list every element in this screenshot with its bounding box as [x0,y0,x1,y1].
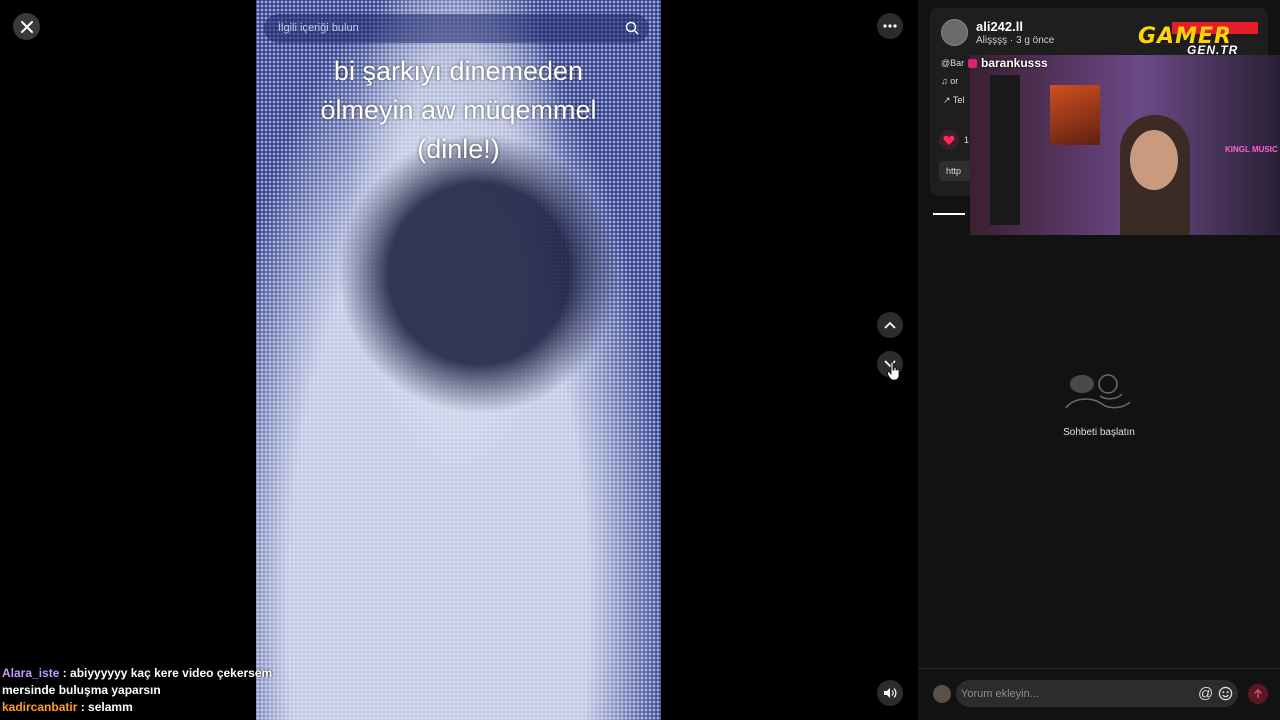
chat-separator: : [77,700,89,714]
send-button[interactable] [1248,684,1268,704]
like-button[interactable] [939,130,959,150]
mention-icon[interactable]: @ [1198,685,1213,702]
arrow-up-icon [1253,689,1263,698]
previous-video-button[interactable] [877,312,903,338]
video-stage: İlgili içeriği bulun bi şarkıyı dinemede… [0,0,918,720]
comment-input-wrapper[interactable]: @ [956,680,1238,707]
video-player[interactable]: İlgili içeriği bulun bi şarkıyı dinemede… [256,0,661,720]
chat-message: kadircanbatir : selamm [2,699,302,716]
empty-comments-text: Sohbeti başlatın [1063,427,1135,438]
close-button[interactable] [13,13,40,40]
my-avatar [933,685,951,703]
search-icon[interactable] [625,21,639,35]
webcam-face [1130,130,1178,190]
close-icon [20,20,33,33]
streamer-name-text: barankusss [981,56,1048,70]
volume-button[interactable] [877,680,903,706]
webcam-shelf [990,75,1020,225]
stream-chat-overlay: Alara_iste : abiyyyyyy kaç kere video çe… [2,665,302,716]
more-options-button[interactable] [877,13,903,39]
heart-icon [943,135,955,145]
video-caption: bi şarkıyı dinemeden ölmeyin aw müqemmel… [256,52,661,169]
post-subtitle: Alişşşş · 3 g önce [976,35,1055,46]
chat-separator: : [59,666,71,680]
hand-cursor-icon [887,361,900,381]
post-username[interactable]: ali242.ll [976,19,1023,34]
caption-line: (dinle!) [417,134,500,164]
streamer-webcam: KINGL MUSIC [970,55,1280,235]
webcam-poster [1050,85,1100,145]
chat-message: Alara_iste : abiyyyyyy kaç kere video çe… [2,665,302,699]
chevron-up-icon [884,321,896,329]
neon-sign: KINGL MUSIC [1225,145,1278,154]
chat-bubbles-icon [1065,374,1131,409]
like-count: 1 [964,135,970,145]
more-icon [883,24,897,28]
search-placeholder: İlgili içeriği bulun [278,22,359,34]
speaker-icon [884,688,897,698]
gamer-gen-logo: GAMER GEN.TR [1138,22,1268,58]
logo-bottom-text: GEN.TR [1187,43,1239,57]
chat-username: Alara_iste [2,666,60,680]
comment-input[interactable] [961,684,1181,703]
caption-line: bi şarkıyı dinemeden [333,56,584,86]
caption-line: ölmeyin aw müqemmel [320,95,597,125]
post-mention[interactable]: @Bar [941,58,964,68]
instagram-icon [968,59,977,69]
tab-indicator [933,213,965,215]
chat-username: kadircanbatir [2,700,78,714]
chat-text: selamm [88,700,133,714]
streamer-name: barankusss [968,56,1048,70]
post-tag[interactable]: ↗ Tel [943,95,964,106]
post-music[interactable]: ♫ or [941,76,958,86]
comments-panel: ali242.ll Alişşşş · 3 g önce @Bar ♫ or ↗… [918,0,1280,720]
avatar[interactable] [941,19,968,46]
comment-bar: @ [918,668,1280,720]
emoji-icon[interactable] [1218,686,1233,701]
